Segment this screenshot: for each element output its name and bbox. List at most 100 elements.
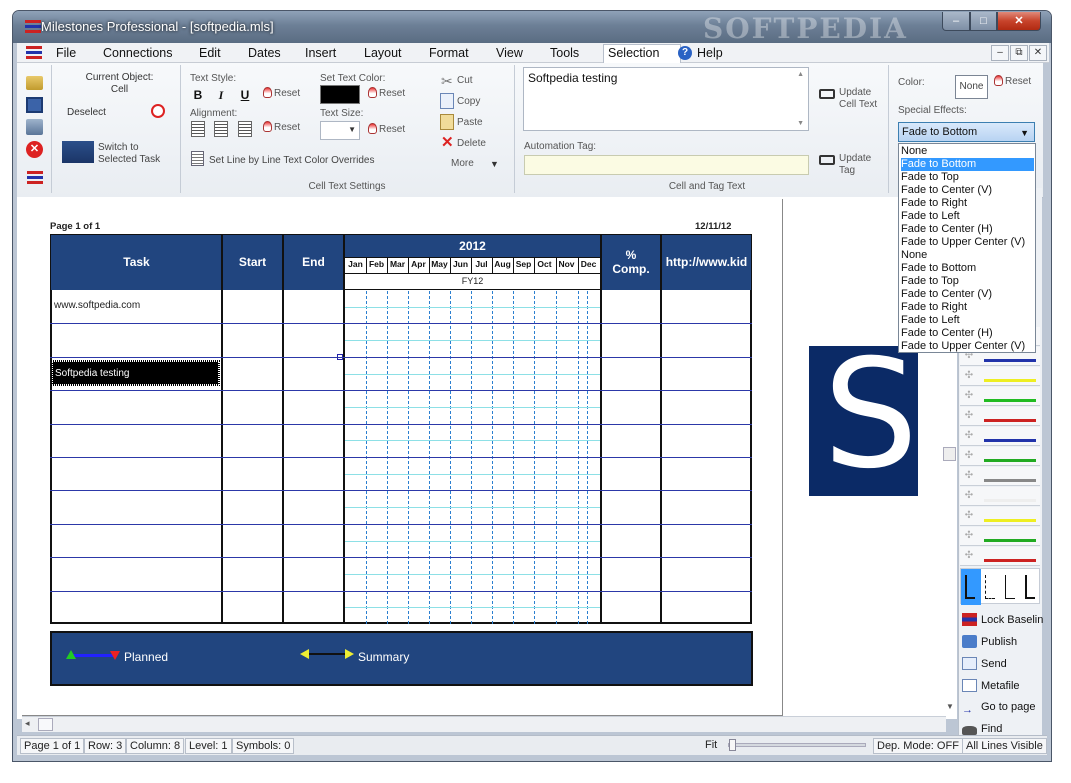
scroll-down-icon[interactable]: ▼ bbox=[797, 120, 804, 127]
title-bar[interactable]: SOFTPEDIA Milestones Professional - [sof… bbox=[13, 11, 1051, 45]
color-reset-button[interactable]: Reset bbox=[368, 87, 405, 99]
pin-icon[interactable]: ✣ bbox=[963, 490, 975, 502]
effect-option[interactable]: Fade to Top bbox=[901, 171, 1034, 184]
menu-view[interactable]: View bbox=[496, 46, 523, 60]
pin-icon[interactable]: ✣ bbox=[963, 550, 975, 562]
pin-icon[interactable]: ✣ bbox=[963, 430, 975, 442]
pin-icon[interactable]: ✣ bbox=[963, 410, 975, 422]
minimize-button[interactable]: ‒ bbox=[942, 12, 970, 31]
symbol-row[interactable]: ✣ bbox=[960, 447, 1040, 466]
switch-task-label-2[interactable]: Selected Task bbox=[98, 154, 160, 165]
menu-edit[interactable]: Edit bbox=[199, 46, 221, 60]
copy-icon[interactable] bbox=[440, 93, 454, 109]
task-cell[interactable] bbox=[52, 391, 221, 423]
effect-option[interactable]: Fade to Upper Center (V) bbox=[901, 340, 1034, 353]
line-override-icon[interactable] bbox=[191, 151, 204, 166]
special-effects-select[interactable]: Fade to Bottom ▼ bbox=[898, 122, 1035, 142]
pct-complete-header[interactable]: % Comp. bbox=[602, 235, 660, 290]
pin-icon[interactable]: ✣ bbox=[963, 530, 975, 542]
underline-button[interactable]: U bbox=[237, 87, 253, 103]
bold-button[interactable]: B bbox=[190, 87, 206, 103]
vertical-scroll-thumb[interactable] bbox=[943, 447, 956, 461]
effect-color-reset-button[interactable]: Reset bbox=[994, 75, 1031, 87]
switch-task-icon[interactable] bbox=[62, 141, 94, 163]
effect-option[interactable]: Fade to Center (V) bbox=[901, 184, 1034, 197]
cut-icon[interactable]: ✂ bbox=[441, 73, 455, 89]
task-cell[interactable] bbox=[52, 558, 221, 590]
scroll-down-icon[interactable]: ▼ bbox=[946, 702, 954, 711]
cut-button[interactable]: Cut bbox=[457, 75, 473, 86]
align-left-icon[interactable] bbox=[191, 121, 205, 137]
symbol-row[interactable]: ✣ bbox=[960, 467, 1040, 486]
find-button[interactable]: Find bbox=[962, 723, 1002, 735]
symbol-row[interactable]: ✣ bbox=[960, 427, 1040, 446]
style-reset-button[interactable]: Reset bbox=[263, 87, 300, 99]
effect-option[interactable]: Fade to Center (H) bbox=[901, 327, 1034, 340]
milestones-icon[interactable] bbox=[27, 171, 43, 185]
effect-option[interactable]: Fade to Top bbox=[901, 275, 1034, 288]
effect-option[interactable]: Fade to Left bbox=[901, 314, 1034, 327]
task-cell[interactable] bbox=[52, 324, 221, 356]
pin-icon[interactable]: ✣ bbox=[963, 390, 975, 402]
symbol-row[interactable]: ✣ bbox=[960, 487, 1040, 506]
effect-option[interactable]: Fade to Bottom bbox=[901, 262, 1034, 275]
maximize-button[interactable]: □ bbox=[970, 12, 997, 31]
menu-insert[interactable]: Insert bbox=[305, 46, 336, 60]
mdi-close-button[interactable]: ✕ bbox=[1029, 45, 1047, 61]
update-tag-label-2[interactable]: Tag bbox=[839, 165, 855, 176]
year-header[interactable]: 2012 bbox=[345, 235, 600, 257]
mdi-restore-button[interactable]: ⧉ bbox=[1010, 45, 1028, 61]
italic-button[interactable]: I bbox=[213, 87, 229, 103]
pin-icon[interactable]: ✣ bbox=[963, 510, 975, 522]
size-reset-button[interactable]: Reset bbox=[368, 123, 405, 135]
close-button[interactable]: ✕ bbox=[997, 12, 1041, 31]
send-button[interactable]: Send bbox=[962, 657, 1007, 670]
update-cell-text-label-2[interactable]: Cell Text bbox=[839, 99, 877, 110]
effect-option[interactable]: Fade to Bottom bbox=[901, 158, 1034, 171]
effect-option[interactable]: None bbox=[901, 249, 1034, 262]
update-cell-text-label-1[interactable]: Update bbox=[839, 87, 871, 98]
pin-icon[interactable]: ✣ bbox=[963, 450, 975, 462]
menu-connections[interactable]: Connections bbox=[103, 46, 173, 60]
symbol-row[interactable]: ✣ bbox=[960, 547, 1040, 566]
horizontal-scrollbar[interactable]: ◂ bbox=[22, 716, 946, 732]
menu-format[interactable]: Format bbox=[429, 46, 469, 60]
task-cell[interactable] bbox=[52, 525, 221, 557]
effect-option[interactable]: Fade to Center (H) bbox=[901, 223, 1034, 236]
scroll-thumb[interactable] bbox=[38, 718, 53, 731]
task-cell[interactable] bbox=[52, 458, 221, 490]
effect-option[interactable]: Fade to Left bbox=[901, 210, 1034, 223]
start-column-header[interactable]: Start bbox=[223, 235, 282, 290]
update-tag-label-1[interactable]: Update bbox=[839, 153, 871, 164]
lock-baseline-button[interactable]: Lock Baselin bbox=[962, 613, 1043, 626]
publish-button[interactable]: Publish bbox=[962, 635, 1017, 648]
align-reset-button[interactable]: Reset bbox=[263, 121, 300, 133]
effect-option[interactable]: None bbox=[901, 145, 1034, 158]
task-column-header[interactable]: Task bbox=[51, 235, 222, 290]
more-button[interactable]: More bbox=[451, 158, 474, 169]
scroll-left-icon[interactable]: ◂ bbox=[25, 718, 30, 729]
menu-tools[interactable]: Tools bbox=[550, 46, 579, 60]
paste-icon[interactable] bbox=[440, 114, 454, 130]
automation-tag-input[interactable] bbox=[524, 155, 809, 175]
special-effects-dropdown[interactable]: None Fade to Bottom Fade to Top Fade to Cen… bbox=[898, 143, 1036, 353]
task-cell[interactable] bbox=[52, 592, 221, 624]
effect-option[interactable]: Fade to Right bbox=[901, 197, 1034, 210]
color-swatch[interactable]: None bbox=[955, 75, 988, 99]
paste-button[interactable]: Paste bbox=[457, 117, 483, 128]
zoom-slider[interactable] bbox=[728, 739, 866, 751]
end-column-header[interactable]: End bbox=[284, 235, 343, 290]
symbol-row[interactable]: ✣ bbox=[960, 507, 1040, 526]
effect-option[interactable]: Fade to Center (V) bbox=[901, 288, 1034, 301]
exit-icon[interactable]: ✕ bbox=[26, 141, 43, 158]
menu-help[interactable]: Help bbox=[697, 46, 723, 60]
url-column-header[interactable]: http://www.kid bbox=[662, 235, 751, 290]
pin-icon[interactable]: ✣ bbox=[963, 470, 975, 482]
open-icon[interactable] bbox=[26, 76, 43, 90]
delete-button[interactable]: Delete bbox=[457, 138, 486, 149]
menu-selection[interactable]: Selection bbox=[608, 46, 659, 60]
switch-task-label-1[interactable]: Switch to bbox=[98, 142, 139, 153]
deselect-icon[interactable] bbox=[151, 104, 165, 118]
go-to-page-button[interactable]: → Go to page bbox=[962, 701, 1035, 717]
selected-task-cell[interactable]: Softpedia testing bbox=[51, 359, 220, 386]
